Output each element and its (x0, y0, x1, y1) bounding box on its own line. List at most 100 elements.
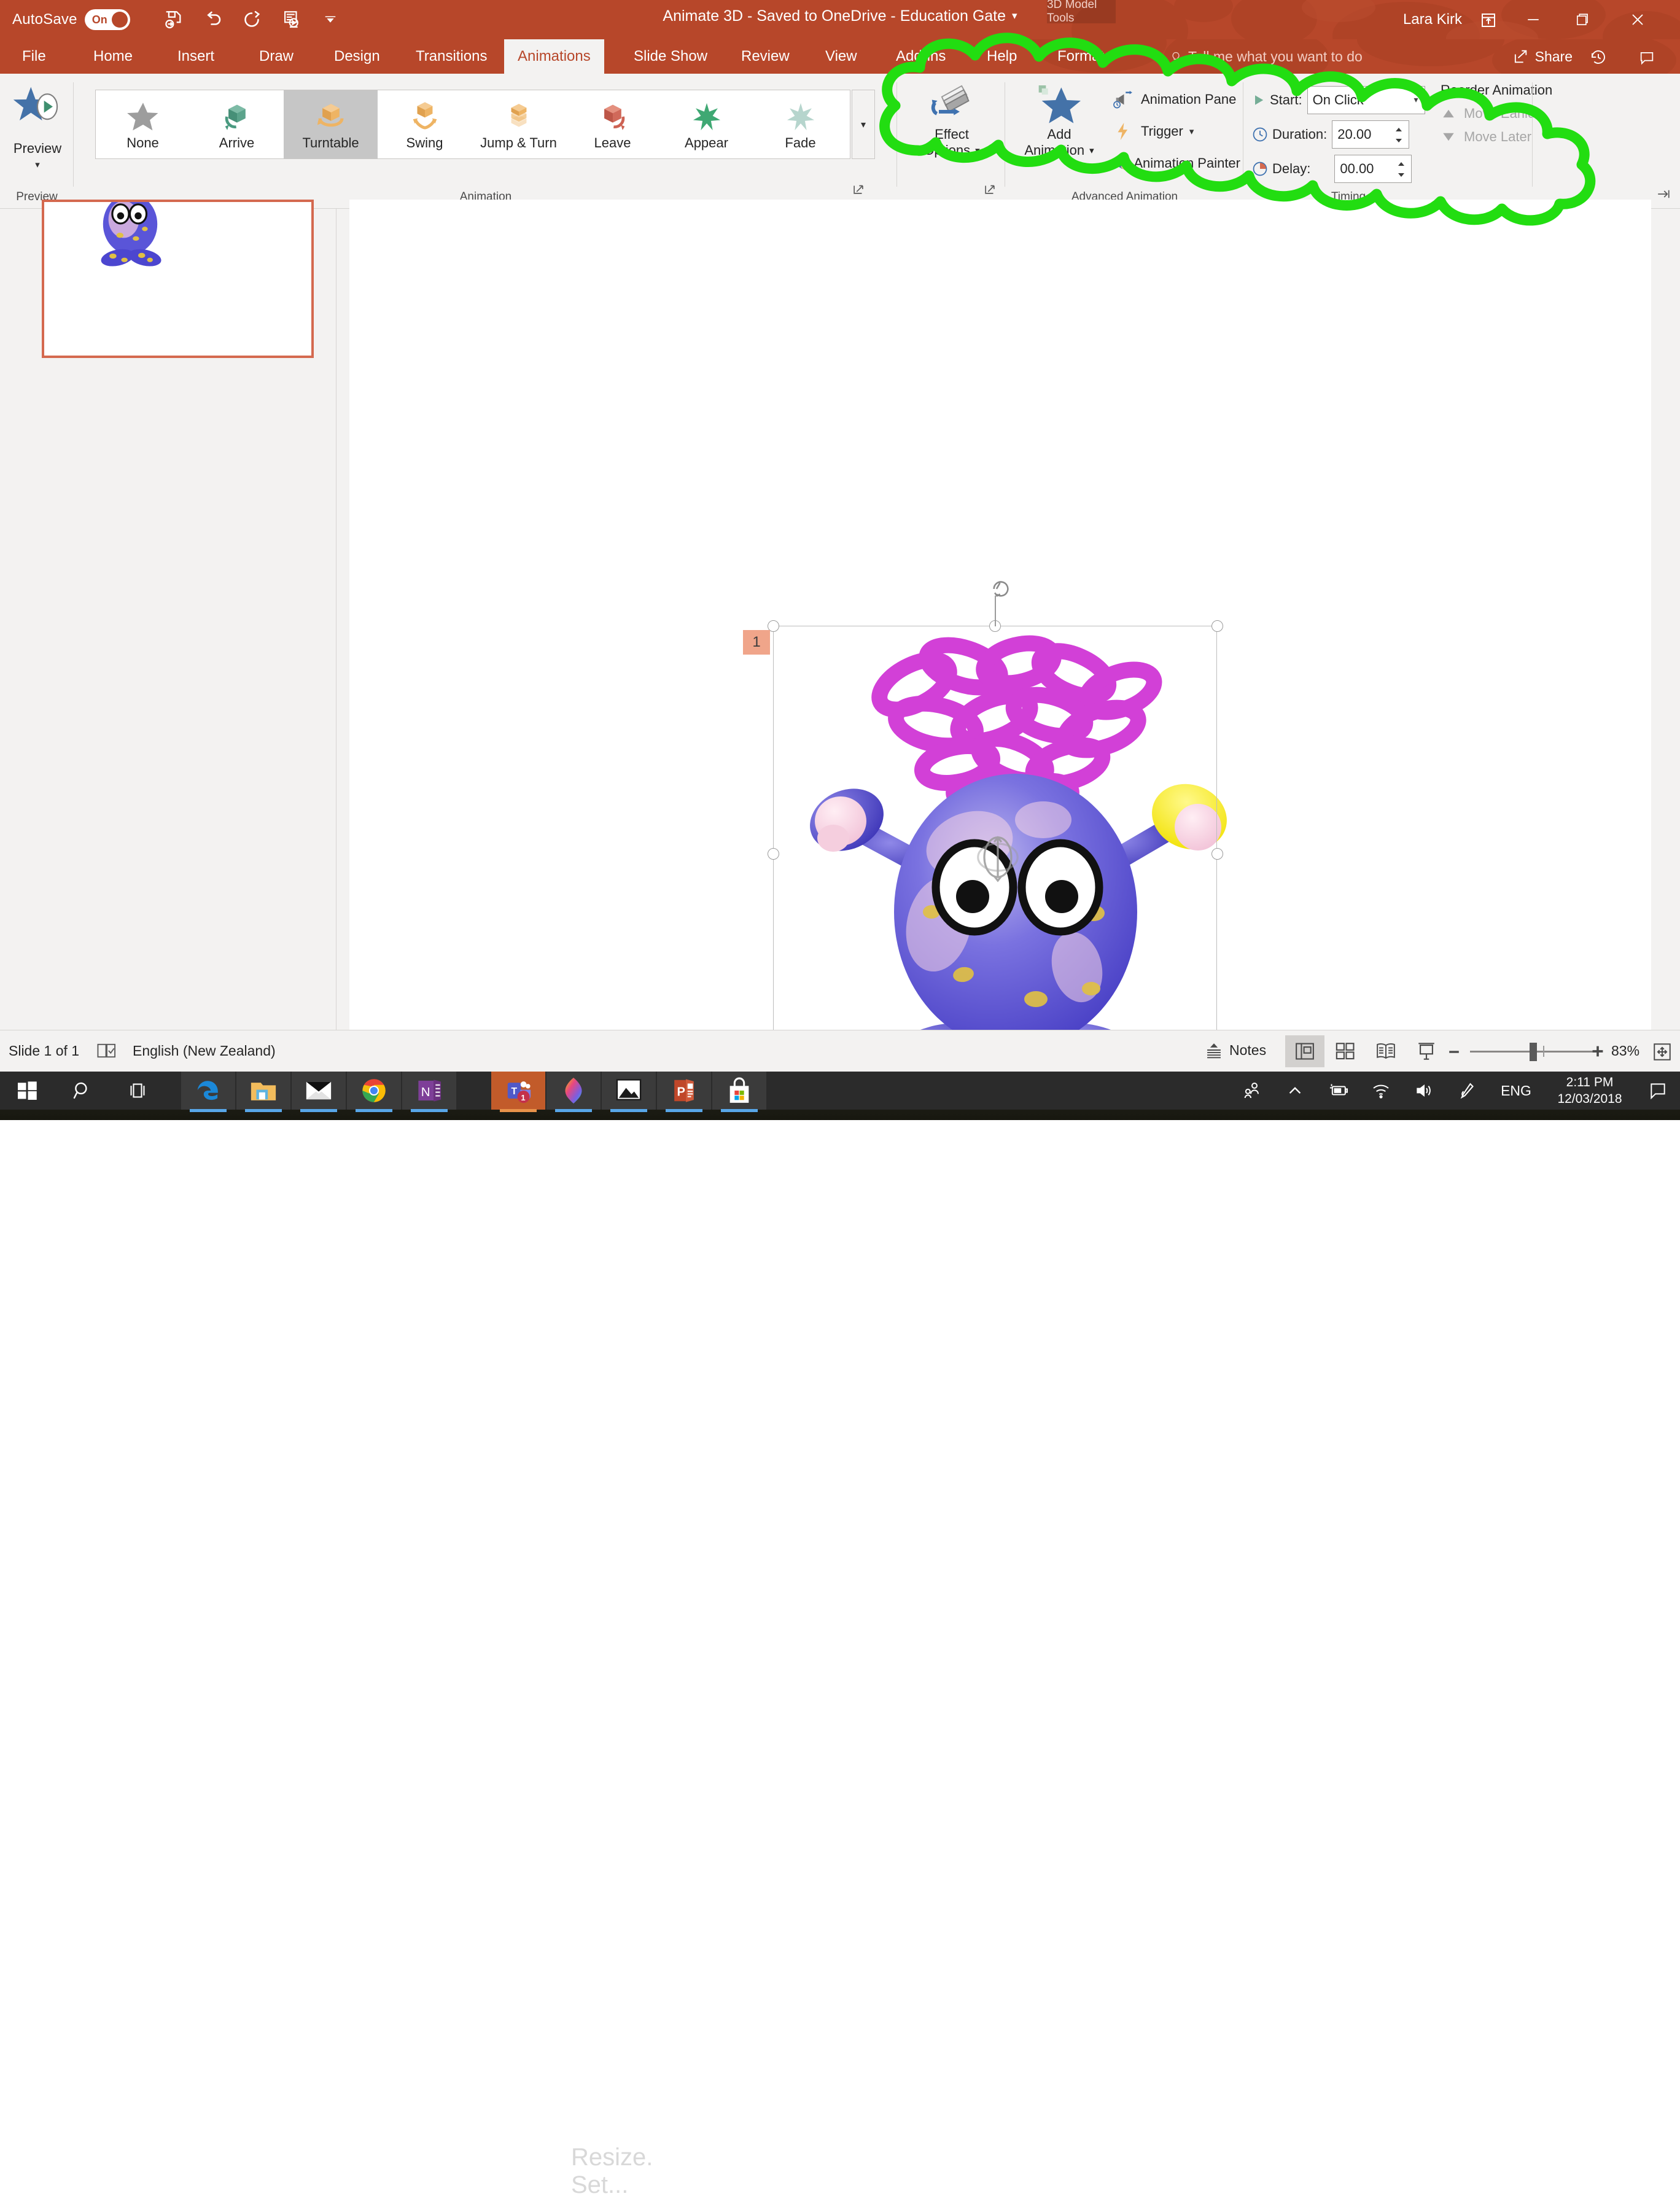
tab-view[interactable]: View (812, 39, 871, 74)
spinner-down-icon[interactable] (1396, 172, 1406, 178)
slide-sorter-view-button[interactable] (1326, 1035, 1365, 1067)
battery-charging-icon[interactable] (1316, 1072, 1359, 1110)
share-button[interactable]: Share (1512, 48, 1573, 65)
wifi-icon[interactable] (1359, 1072, 1402, 1110)
teams-icon[interactable]: T 1 (491, 1072, 545, 1112)
tab-draw[interactable]: Draw (246, 39, 307, 74)
animation-item-turntable[interactable]: Turntable (284, 90, 378, 158)
contextual-tab-3d-model-tools[interactable]: 3D Model Tools (1047, 0, 1116, 25)
clock[interactable]: 2:11 PM 12/03/2018 (1544, 1072, 1636, 1110)
zoom-in-button[interactable] (1589, 1043, 1606, 1063)
file-explorer-icon[interactable] (236, 1072, 290, 1112)
photos-icon[interactable] (602, 1072, 656, 1112)
slide-thumbnail-1[interactable] (42, 200, 314, 358)
store-icon[interactable] (712, 1072, 766, 1112)
tab-review[interactable]: Review (728, 39, 803, 74)
ribbon-display-options-icon[interactable] (1475, 10, 1502, 31)
tell-me-search[interactable]: Tell me what you want to do (1170, 49, 1363, 65)
reading-view-button[interactable] (1366, 1035, 1406, 1067)
chevron-down-icon[interactable]: ▾ (35, 159, 40, 170)
spell-check-icon[interactable] (95, 1041, 119, 1064)
search-icon[interactable] (55, 1072, 109, 1110)
tab-design[interactable]: Design (321, 39, 394, 74)
effect-options-dialog-launcher[interactable] (983, 182, 997, 199)
undo-icon[interactable] (193, 6, 232, 33)
animation-item-swing[interactable]: Swing (378, 90, 472, 158)
autosave-toggle[interactable]: On (84, 9, 130, 30)
paint3d-icon[interactable] (546, 1072, 601, 1112)
comments-icon[interactable] (1638, 49, 1655, 69)
volume-icon[interactable] (1402, 1072, 1445, 1110)
tab-add-ins[interactable]: Add-ins (882, 39, 959, 74)
duration-spinner[interactable] (1391, 124, 1406, 146)
animation-item-jump-turn[interactable]: Jump & Turn (472, 90, 566, 158)
animation-item-fade[interactable]: Fade (753, 90, 847, 158)
effect-options-button[interactable]: Effect Options ▾ (906, 82, 997, 176)
chrome-icon[interactable] (347, 1072, 401, 1112)
3d-rotate-handle[interactable] (973, 832, 1023, 885)
account-name[interactable]: Lara Kirk (1403, 11, 1462, 28)
tab-format[interactable]: Format (1044, 39, 1118, 74)
slide-counter[interactable]: Slide 1 of 1 (9, 1043, 79, 1059)
tab-animations[interactable]: Animations (504, 39, 604, 74)
add-animation-button[interactable]: Add Animation ▾ (1013, 82, 1105, 176)
tab-home[interactable]: Home (80, 39, 146, 74)
animation-item-none[interactable]: None (96, 90, 190, 158)
zoom-level[interactable]: 83% (1611, 1043, 1639, 1059)
slide-show-view-button[interactable] (1407, 1035, 1446, 1067)
customize-qat-icon[interactable] (311, 6, 350, 33)
tab-transitions[interactable]: Transitions (402, 39, 500, 74)
delay-spinner[interactable] (1394, 158, 1409, 181)
rotate-handle[interactable] (989, 578, 1013, 602)
resize-handle-top-right[interactable] (1211, 620, 1223, 632)
pen-workspace-icon[interactable] (1445, 1072, 1488, 1110)
notes-button[interactable]: Notes (1205, 1041, 1266, 1059)
normal-view-button[interactable] (1285, 1035, 1324, 1067)
slide-canvas[interactable]: 1 (349, 200, 1651, 1133)
zoom-out-button[interactable] (1446, 1044, 1462, 1063)
autosave-control[interactable]: AutoSave On (12, 7, 130, 32)
save-icon[interactable] (154, 6, 193, 33)
collapse-ribbon-button[interactable] (1655, 188, 1671, 203)
tab-slide-show[interactable]: Slide Show (620, 39, 721, 74)
task-view-icon[interactable] (111, 1072, 165, 1110)
show-hidden-icons-icon[interactable] (1274, 1072, 1316, 1110)
minimize-button[interactable] (1509, 4, 1557, 36)
input-language[interactable]: ENG (1488, 1072, 1544, 1110)
version-history-icon[interactable] (1589, 48, 1608, 69)
action-center-icon[interactable] (1636, 1072, 1680, 1110)
start-dropdown[interactable]: On Click ▾ (1307, 86, 1425, 114)
animation-order-badge[interactable]: 1 (743, 630, 770, 655)
spinner-down-icon[interactable] (1394, 138, 1404, 144)
close-button[interactable] (1614, 4, 1662, 36)
onenote-icon[interactable]: N (402, 1072, 456, 1112)
edge-icon[interactable] (181, 1072, 235, 1112)
resize-handle-middle-right[interactable] (1211, 848, 1223, 860)
animation-pane-button[interactable]: Animation Pane (1111, 84, 1240, 115)
zoom-slider-thumb[interactable] (1530, 1043, 1537, 1061)
start-button[interactable] (0, 1072, 54, 1110)
spinner-up-icon[interactable] (1396, 161, 1406, 167)
move-later-button[interactable]: Move Later (1441, 129, 1582, 145)
language-indicator[interactable]: English (New Zealand) (133, 1043, 276, 1059)
mail-icon[interactable] (292, 1072, 346, 1112)
restore-button[interactable] (1558, 4, 1606, 36)
duration-input[interactable]: 20.00 (1332, 120, 1410, 149)
tab-insert[interactable]: Insert (164, 39, 228, 74)
animation-item-appear[interactable]: Appear (659, 90, 753, 158)
animation-painter-button[interactable]: Animation Painter (1111, 147, 1240, 179)
animation-item-leave[interactable]: Leave (566, 90, 659, 158)
preview-button[interactable]: Preview ▾ (5, 81, 70, 173)
powerpoint-icon[interactable]: P (657, 1072, 711, 1112)
title-chevron-icon[interactable]: ▾ (1012, 10, 1017, 21)
delay-input[interactable]: 00.00 (1334, 155, 1412, 183)
tab-file[interactable]: File (9, 39, 60, 74)
start-presentation-icon[interactable] (271, 6, 311, 33)
resize-handle-middle-left[interactable] (768, 848, 779, 860)
people-icon[interactable] (1231, 1072, 1274, 1110)
animation-gallery-more-button[interactable]: ▾ (852, 90, 875, 159)
fit-to-window-button[interactable] (1652, 1041, 1673, 1065)
move-earlier-button[interactable]: Move Earlier (1441, 106, 1582, 122)
trigger-button[interactable]: Trigger ▾ (1111, 115, 1240, 147)
redo-icon[interactable] (232, 6, 271, 33)
